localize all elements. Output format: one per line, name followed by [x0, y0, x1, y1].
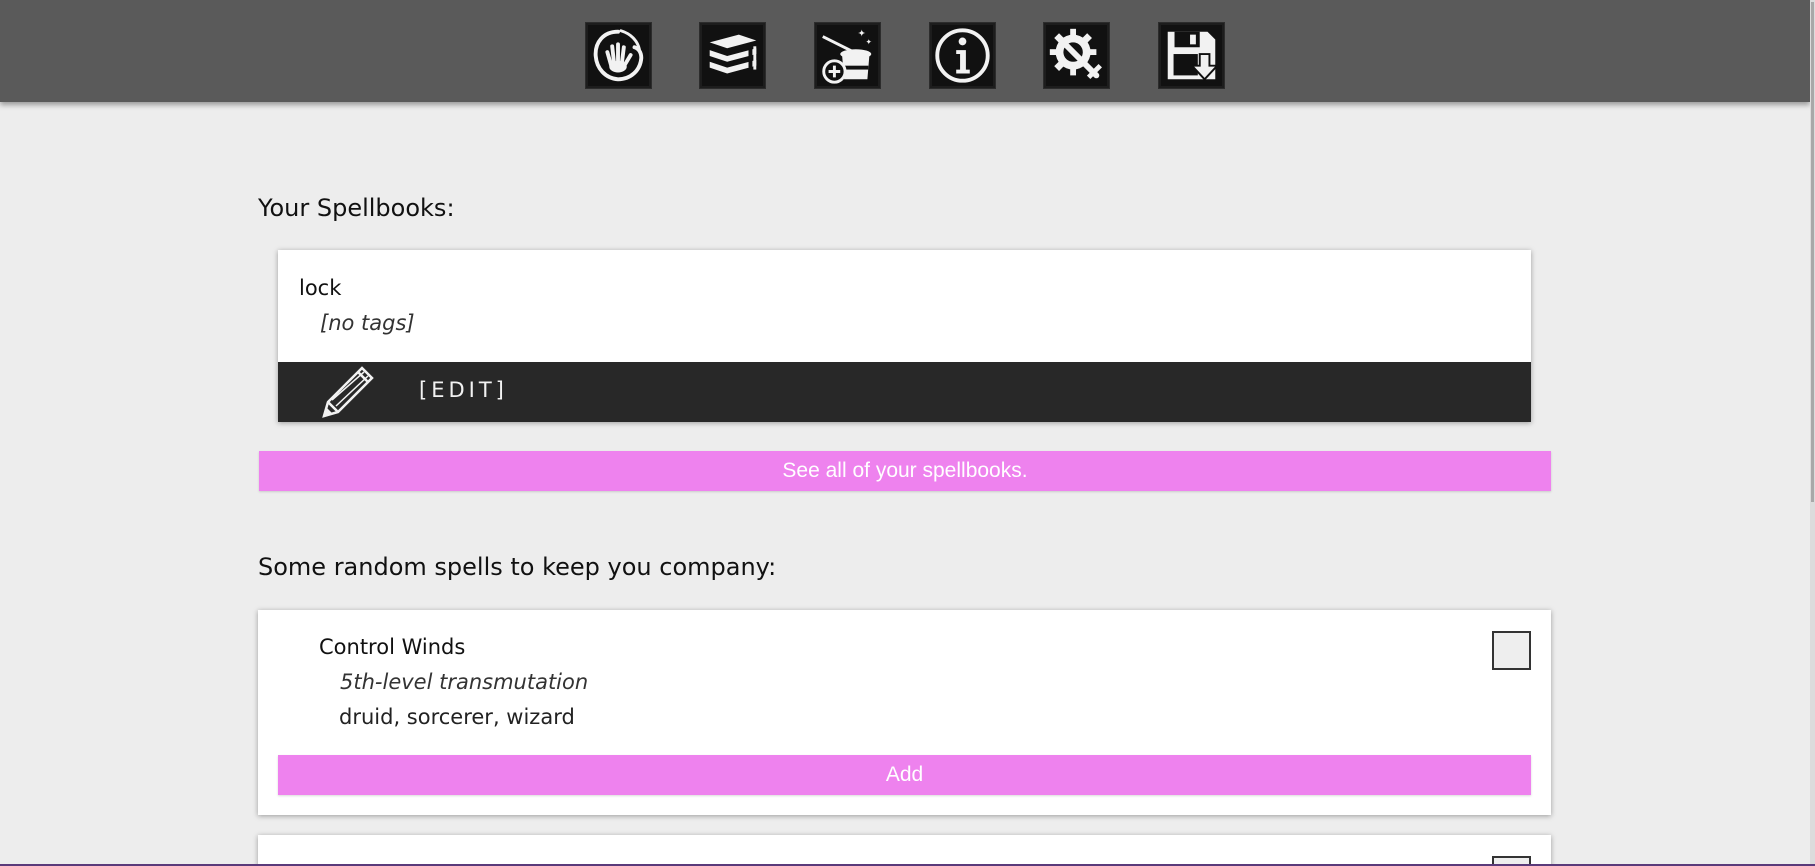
- spell-card: [258, 835, 1551, 866]
- top-nav-bar: ✦ ✦: [0, 0, 1810, 102]
- spell-classes: druid, sorcerer, wizard: [339, 705, 575, 729]
- svg-text:✦: ✦: [865, 37, 872, 46]
- magic-hat-add-icon[interactable]: ✦ ✦: [814, 22, 881, 89]
- scrollbar[interactable]: [1810, 0, 1815, 866]
- see-all-spellbooks-button[interactable]: See all of your spellbooks.: [259, 451, 1551, 491]
- info-icon[interactable]: [929, 22, 996, 89]
- settings-icon[interactable]: [1043, 22, 1110, 89]
- spellbook-action-bar: [EDIT]: [278, 362, 1531, 422]
- random-spells-heading: Some random spells to keep you company:: [258, 553, 777, 581]
- spellbook-tags: [no tags]: [320, 311, 415, 335]
- spell-name[interactable]: Control Winds: [319, 635, 465, 659]
- spellbook-card: lock [no tags] [EDIT]: [278, 250, 1531, 422]
- pencil-icon[interactable]: [320, 364, 376, 420]
- spellbooks-heading: Your Spellbooks:: [258, 194, 455, 222]
- hand-icon[interactable]: [585, 22, 652, 89]
- add-spell-button[interactable]: Add: [278, 755, 1531, 795]
- edit-spellbook-button[interactable]: [EDIT]: [419, 378, 508, 402]
- spellbook-name[interactable]: lock: [299, 276, 341, 300]
- save-icon[interactable]: [1158, 22, 1225, 89]
- spell-card: Control Winds 5th-level transmutation dr…: [258, 610, 1551, 815]
- app-window: ✦ ✦ Your Spellbooks: lock [no tags] [EDI…: [0, 0, 1815, 866]
- spell-select-checkbox[interactable]: [1492, 631, 1531, 670]
- spell-level: 5th-level transmutation: [340, 670, 589, 694]
- scrollbar-thumb[interactable]: [1811, 2, 1814, 502]
- spellbooks-icon[interactable]: [699, 22, 766, 89]
